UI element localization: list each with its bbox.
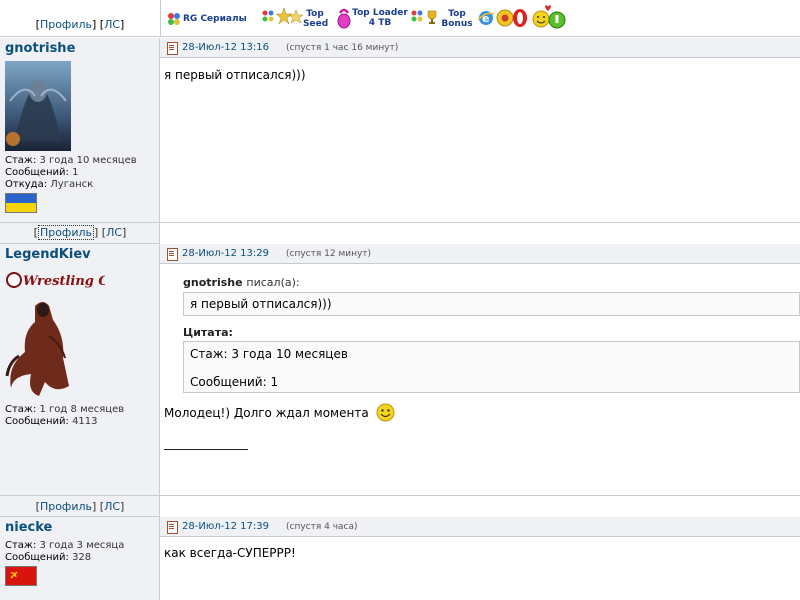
top-loader-label1: Top Loader [352, 8, 408, 18]
top-bonus-label1: Top [448, 9, 466, 19]
post-author[interactable]: niecke [5, 520, 52, 535]
post-body: Молодец!) Долго ждал момента [164, 406, 369, 420]
post-date[interactable]: 28-Июл-12 13:16 [182, 42, 269, 53]
stat-label: Стаж: [5, 404, 37, 415]
rg-icon[interactable] [167, 12, 181, 26]
post-icon[interactable] [167, 42, 178, 55]
avatar[interactable] [5, 61, 71, 151]
post-date[interactable]: 28-Июл-12 13:29 [182, 248, 269, 259]
top-bar: [Профиль] [ЛС] RG Сериалы Top Seed Top L… [0, 0, 800, 37]
post-icon[interactable] [167, 521, 178, 534]
user-status-icon[interactable] [548, 11, 566, 32]
post-icon[interactable] [167, 248, 178, 261]
stat-value: 4113 [72, 416, 98, 427]
stat-value: 3 года 10 месяцев [39, 155, 137, 166]
smile-icon [376, 403, 395, 425]
author-stats: Стаж: 3 года 3 месяца Сообщений: 328 [5, 540, 124, 564]
top-seed-label1: Top [306, 9, 324, 19]
avatar[interactable] [5, 296, 80, 400]
top-seed-link[interactable]: Top Seed [303, 9, 329, 29]
top-seed-label2: Seed [303, 19, 329, 29]
top-loader-label2: 4 TB [368, 18, 392, 28]
post-header: 28-Июл-12 13:29 (спустя 12 минут) [160, 244, 800, 264]
post-author[interactable]: LegendKiev [5, 247, 91, 262]
top-loader-link[interactable]: Top Loader 4 TB [350, 8, 410, 28]
post-ago: (спустя 12 минут) [286, 249, 372, 259]
stat-label: Стаж: [5, 155, 37, 166]
divider [160, 0, 161, 37]
stat-label: Сообщений: [5, 552, 69, 563]
post-author[interactable]: gnotrishe [5, 41, 75, 56]
kettlebell-icon[interactable] [337, 7, 351, 32]
cite-label: Цитата: [183, 326, 233, 339]
cite-line: Стаж: 3 года 10 месяцев [190, 347, 348, 361]
quote-header: gnotrishe писал(а): [183, 276, 300, 289]
rg-serials-link[interactable]: RG Сериалы [183, 14, 247, 24]
stat-label: Сообщений: [5, 416, 69, 427]
quote-wrote: писал(а): [246, 276, 300, 289]
profile-link[interactable]: Профиль [40, 500, 92, 513]
ie-icon[interactable]: e [477, 9, 495, 30]
stat-value: 328 [72, 552, 92, 563]
trophy-icon[interactable] [426, 10, 438, 27]
post-body: как всегда-СУПЕРРР! [164, 546, 296, 560]
quote-box: я первый отписался))) [183, 292, 800, 316]
profile-row: [Профиль] [ЛС] [0, 495, 160, 517]
stat-label: Сообщений: [5, 167, 69, 178]
post-header: 28-Июл-12 17:39 (спустя 4 часа) [160, 517, 800, 537]
quote-author: gnotrishe [183, 276, 243, 289]
author-stats: Стаж: 1 год 8 месяцев Сообщений: 4113 [5, 404, 124, 428]
top-bonus-label2: Bonus [441, 19, 473, 29]
profile-row: [Профиль] [ЛС] [0, 222, 160, 244]
post-footer [160, 222, 800, 244]
quote-text: я первый отписался))) [190, 297, 332, 311]
post-header: 28-Июл-12 13:16 (спустя 1 час 16 минут) [160, 38, 800, 58]
cite-box: Стаж: 3 года 10 месяцев Сообщений: 1 [183, 341, 800, 393]
post-footer [160, 495, 800, 517]
stat-value: 1 [72, 167, 79, 178]
post-ago: (спустя 4 часа) [286, 522, 358, 532]
signature-line: ______________ [164, 436, 248, 450]
flag-ussr-icon [5, 566, 37, 586]
stat-value: 1 год 8 месяцев [39, 404, 125, 415]
post-body: я первый отписался))) [164, 68, 306, 82]
profile-link[interactable]: Профиль [40, 18, 92, 31]
post-date[interactable]: 28-Июл-12 17:39 [182, 521, 269, 532]
stat-value: 3 года 3 месяца [39, 540, 125, 551]
stat-value: Луганск [50, 179, 94, 190]
pm-link[interactable]: ЛС [104, 18, 120, 31]
post-ago: (спустя 1 час 16 минут) [286, 43, 399, 53]
stat-label: Стаж: [5, 540, 37, 551]
profile-link[interactable]: Профиль [37, 225, 94, 240]
wrestling-group-text: Wrestling Group [23, 274, 105, 289]
rg-small-icon [411, 10, 423, 25]
top-bonus-link[interactable]: Top Bonus [441, 9, 473, 29]
rg-small-icon [262, 10, 274, 25]
profile-links-top: [Профиль] [ЛС] [35, 18, 125, 31]
stars-icon[interactable] [275, 6, 304, 33]
wrestling-group-banner: Wrestling Group [5, 268, 144, 292]
post-text: Молодец!) Долго ждал момента [164, 406, 369, 420]
flag-ukraine-icon [5, 193, 37, 213]
stat-label: Откуда: [5, 179, 48, 190]
pm-link[interactable]: ЛС [106, 226, 122, 239]
cite-line: Сообщений: 1 [190, 375, 279, 389]
opera-icon[interactable] [512, 7, 528, 32]
author-stats: Стаж: 3 года 10 месяцев Сообщений: 1 Отк… [5, 155, 137, 191]
pm-link[interactable]: ЛС [104, 500, 120, 513]
